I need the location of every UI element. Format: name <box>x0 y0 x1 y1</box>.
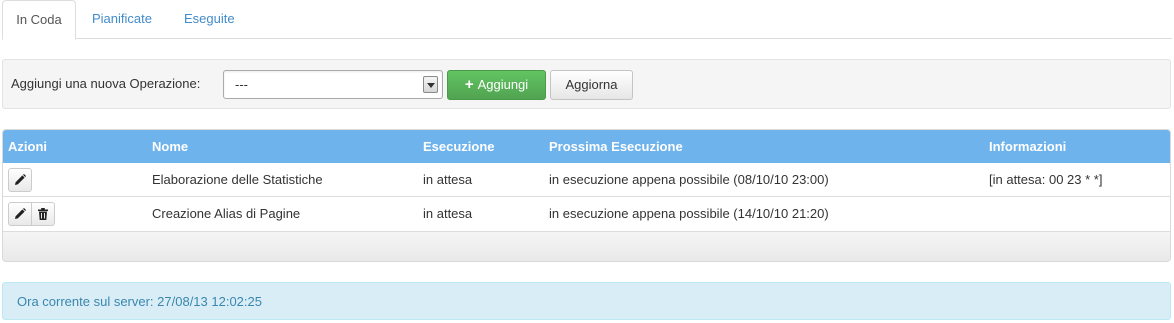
row-execution: in attesa <box>423 172 473 187</box>
row-name: Elaborazione delle Statistiche <box>152 172 323 187</box>
tab-pianificate[interactable]: Pianificate <box>78 0 166 39</box>
header-nome: Nome <box>152 139 189 154</box>
row-info: [in attesa: 00 23 * *] <box>989 172 1103 187</box>
chevron-down-icon[interactable] <box>423 76 438 93</box>
server-time-alert: Ora corrente sul server: 27/08/13 12:02:… <box>2 282 1171 320</box>
add-button-label: Aggiungi <box>477 77 529 92</box>
add-operation-toolbar: Aggiungi una nuova Operazione: --- + Aggi… <box>2 59 1171 109</box>
operation-select-value: --- <box>235 77 248 92</box>
plus-icon: + <box>464 76 474 93</box>
operations-table: Azioni Nome Esecuzione Prossima Esecuzio… <box>2 129 1171 262</box>
pencil-icon <box>15 208 26 219</box>
tab-in-coda[interactable]: In Coda <box>2 0 76 40</box>
edit-button[interactable] <box>8 202 32 226</box>
add-operation-label: Aggiungi una nuova Operazione: <box>11 76 201 91</box>
header-prossima-esecuzione: Prossima Esecuzione <box>549 139 683 154</box>
row-next-execution: in esecuzione appena possibile (08/10/10… <box>549 172 829 187</box>
edit-button[interactable] <box>8 168 32 192</box>
row-execution: in attesa <box>423 206 473 221</box>
tab-eseguite[interactable]: Eseguite <box>170 0 249 39</box>
row-name: Creazione Alias di Pagine <box>152 206 301 221</box>
header-azioni: Azioni <box>8 139 47 154</box>
operation-select[interactable]: --- <box>223 70 443 99</box>
pencil-icon <box>15 174 26 185</box>
table-row: Elaborazione delle Statistiche in attesa… <box>3 163 1170 197</box>
header-esecuzione: Esecuzione <box>423 139 495 154</box>
refresh-button[interactable]: Aggiorna <box>550 70 633 100</box>
tab-bar: In Coda Pianificate Eseguite <box>2 0 1172 40</box>
trash-icon <box>38 208 48 220</box>
header-informazioni: Informazioni <box>989 139 1067 154</box>
table-header: Azioni Nome Esecuzione Prossima Esecuzio… <box>3 130 1170 163</box>
row-next-execution: in esecuzione appena possibile (14/10/10… <box>549 206 829 221</box>
add-button[interactable]: + Aggiungi <box>447 70 546 100</box>
table-footer <box>3 232 1170 261</box>
server-time-text: Ora corrente sul server: 27/08/13 12:02:… <box>17 294 262 309</box>
table-row: Creazione Alias di Pagine in attesa in e… <box>3 197 1170 232</box>
delete-button[interactable] <box>31 202 55 226</box>
